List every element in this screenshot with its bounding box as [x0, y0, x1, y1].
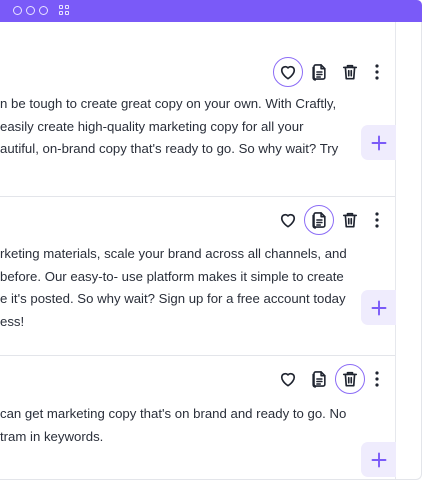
more-options-button[interactable] — [369, 364, 385, 394]
copy-button[interactable] — [304, 205, 334, 235]
text-line: before. Our easy-to- use platform makes … — [0, 268, 344, 284]
window-titlebar — [0, 0, 422, 22]
results-panel: n be tough to create great copy on your … — [0, 22, 422, 480]
copy-document-icon — [312, 64, 326, 81]
more-vertical-icon — [375, 212, 379, 228]
copy-button[interactable] — [304, 57, 334, 87]
card-actions — [272, 364, 385, 394]
result-card: rketing materials, scale your brand acro… — [0, 197, 396, 356]
text-line: autiful, on-brand copy that's ready to g… — [0, 141, 339, 156]
more-vertical-icon — [375, 64, 379, 80]
grid-icon[interactable] — [59, 5, 70, 16]
card-text: can get marketing copy that's on brand a… — [0, 403, 352, 448]
window-close-dot-icon[interactable] — [13, 6, 22, 15]
result-card: can get marketing copy that's on brand a… — [0, 356, 396, 479]
add-button[interactable] — [361, 290, 396, 325]
card-actions — [272, 205, 385, 235]
like-button[interactable] — [273, 57, 303, 87]
text-line: rketing materials, scale your brand acro… — [0, 246, 347, 261]
card-text: rketing materials, scale your brand acro… — [0, 243, 352, 333]
text-line: can get marketing copy that's on brand a… — [0, 406, 347, 421]
plus-icon — [371, 452, 386, 467]
delete-button[interactable] — [335, 57, 365, 87]
like-button[interactable] — [273, 205, 303, 235]
heart-icon — [280, 213, 296, 228]
window-maximize-dot-icon[interactable] — [39, 6, 48, 15]
heart-icon — [280, 372, 296, 387]
copy-document-icon — [312, 212, 326, 229]
text-line: n be tough to create great copy on your … — [0, 96, 337, 111]
delete-button[interactable] — [335, 205, 365, 235]
scrollbar-track[interactable] — [395, 22, 396, 479]
text-line: ess! — [0, 313, 25, 329]
window-minimize-dot-icon[interactable] — [26, 6, 35, 15]
text-line: e it's posted. So why wait? Sign up for … — [0, 291, 346, 306]
card-text: n be tough to create great copy on your … — [0, 93, 352, 161]
more-options-button[interactable] — [369, 205, 385, 235]
copy-document-icon — [312, 371, 326, 388]
delete-button[interactable] — [335, 364, 365, 394]
text-line: easily create high-quality marketing cop… — [0, 118, 304, 134]
like-button[interactable] — [273, 364, 303, 394]
trash-icon — [342, 371, 358, 387]
copy-button[interactable] — [304, 364, 334, 394]
card-actions — [272, 57, 385, 87]
result-card: n be tough to create great copy on your … — [0, 22, 396, 197]
trash-icon — [342, 212, 358, 228]
more-options-button[interactable] — [369, 57, 385, 87]
heart-icon — [280, 65, 296, 80]
more-vertical-icon — [375, 371, 379, 387]
text-line: tram in keywords. — [0, 428, 104, 444]
add-button[interactable] — [361, 442, 396, 477]
plus-icon — [371, 135, 386, 150]
plus-icon — [371, 300, 386, 315]
add-button[interactable] — [361, 125, 396, 160]
trash-icon — [342, 64, 358, 80]
